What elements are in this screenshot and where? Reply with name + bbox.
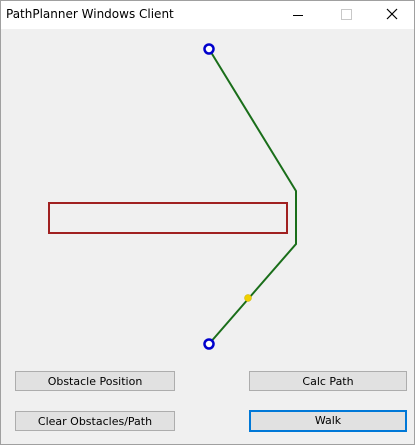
walker-marker bbox=[244, 294, 252, 302]
minimize-icon bbox=[293, 15, 303, 16]
close-button[interactable] bbox=[369, 1, 415, 29]
title-bar[interactable]: PathPlanner Windows Client bbox=[1, 1, 414, 29]
clear-obstacles-path-button[interactable]: Clear Obstacles/Path bbox=[15, 411, 175, 431]
close-icon bbox=[386, 8, 398, 20]
obstacle-position-button[interactable]: Obstacle Position bbox=[15, 371, 175, 391]
obstacle-rectangle[interactable] bbox=[48, 202, 288, 234]
maximize-button[interactable] bbox=[323, 1, 369, 29]
goal-waypoint[interactable] bbox=[203, 338, 215, 350]
maximize-icon bbox=[341, 9, 352, 20]
window-title: PathPlanner Windows Client bbox=[6, 7, 174, 21]
planned-path bbox=[208, 48, 297, 345]
minimize-button[interactable] bbox=[275, 1, 321, 29]
main-window: PathPlanner Windows Client Obstacle Posi… bbox=[0, 0, 415, 445]
calc-path-button[interactable]: Calc Path bbox=[249, 371, 407, 391]
start-waypoint[interactable] bbox=[203, 43, 215, 55]
walk-button[interactable]: Walk bbox=[249, 410, 407, 432]
